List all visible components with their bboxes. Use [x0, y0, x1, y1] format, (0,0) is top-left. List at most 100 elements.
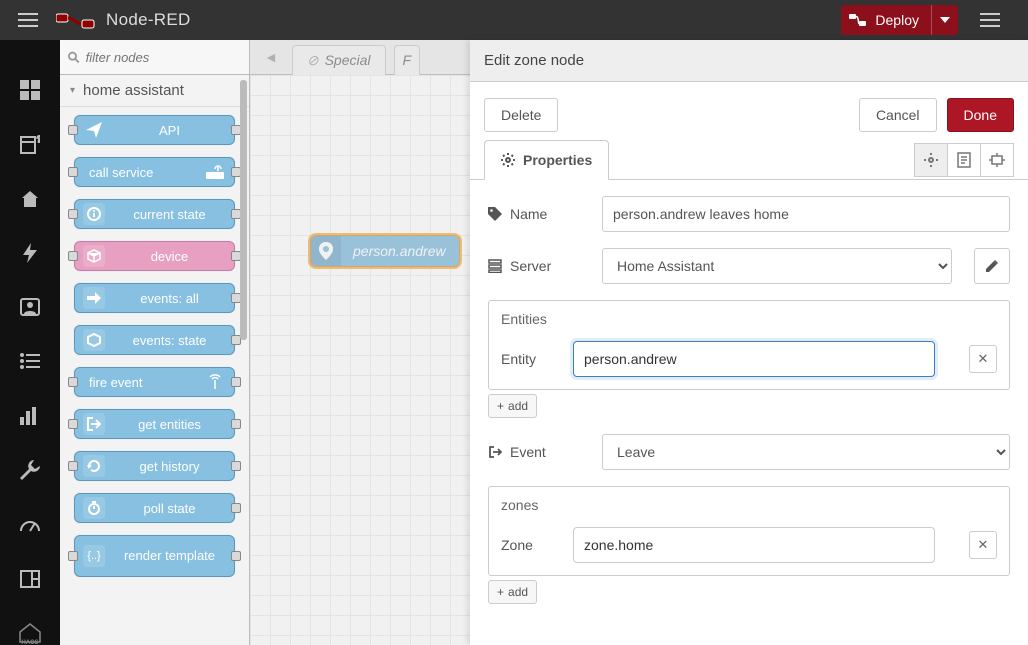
app-logo-area: Node-RED	[56, 10, 191, 30]
remove-entity-button[interactable]: ✕	[969, 345, 997, 373]
rail-energy-icon[interactable]	[0, 241, 60, 265]
cancel-button[interactable]: Cancel	[859, 98, 937, 132]
arrow-right-icon	[83, 287, 105, 309]
palette-category-label: home assistant	[83, 82, 184, 99]
node-red-logo-icon	[56, 10, 96, 30]
palette-node-fire-event[interactable]: fire event	[74, 367, 235, 397]
rail-automation-icon[interactable]	[0, 566, 60, 590]
node-description-button[interactable]	[947, 143, 981, 177]
plus-icon: +	[497, 585, 504, 599]
event-label: Event	[510, 444, 546, 460]
rail-home-icon[interactable]	[0, 187, 60, 211]
palette-node-api[interactable]: API	[74, 115, 235, 145]
palette-node-current-state[interactable]: current state	[74, 199, 235, 229]
node-settings-button[interactable]	[914, 143, 948, 177]
plus-icon: +	[497, 399, 504, 413]
svg-text:HACS: HACS	[21, 640, 38, 644]
rail-calendar-icon[interactable]: ?	[0, 132, 60, 156]
cube-icon	[83, 245, 105, 267]
server-icon	[488, 259, 502, 273]
main-menu-icon[interactable]	[980, 13, 1000, 27]
rail-list-icon[interactable]	[0, 349, 60, 373]
tabs-scroll-left-icon[interactable]: ◄	[258, 49, 284, 65]
rail-tools-icon[interactable]	[0, 458, 60, 482]
flow-tab-partial[interactable]: F	[394, 45, 421, 75]
zone-input[interactable]	[573, 527, 935, 563]
palette-node-get-history[interactable]: get history	[74, 451, 235, 481]
entity-input[interactable]	[573, 341, 935, 377]
app-header: Node-RED Deploy	[0, 0, 1028, 40]
done-button[interactable]: Done	[947, 98, 1014, 132]
entity-row-label: Entity	[501, 351, 559, 367]
palette-node-events-all[interactable]: events: all	[74, 283, 235, 313]
paper-plane-icon	[83, 119, 105, 141]
zone-row: Zone ✕	[501, 527, 997, 563]
name-input[interactable]	[602, 196, 1010, 232]
entities-list: Entities Entity ✕	[488, 300, 1010, 390]
entity-row: Entity ✕	[501, 341, 997, 377]
history-icon	[83, 455, 105, 477]
deploy-caret-icon[interactable]	[931, 5, 950, 35]
event-row: Event Leave	[488, 434, 1010, 470]
tag-icon	[488, 207, 502, 221]
palette-filter[interactable]	[60, 40, 249, 75]
canvas-node-label: person.andrew	[341, 243, 458, 259]
node-appearance-button[interactable]	[980, 143, 1014, 177]
edit-panel-title: Edit zone node	[470, 40, 1028, 82]
edit-server-button[interactable]	[974, 248, 1010, 284]
palette-filter-input[interactable]	[86, 50, 241, 65]
palette-node-call-service[interactable]: call service	[74, 157, 235, 187]
gear-icon	[501, 153, 515, 167]
event-select[interactable]: Leave	[602, 434, 1010, 470]
entities-heading: Entities	[501, 311, 997, 327]
palette-node-render-template[interactable]: {..} render template	[74, 535, 235, 577]
router-icon	[204, 161, 226, 183]
app-title: Node-RED	[106, 10, 191, 30]
properties-tab-label: Properties	[523, 152, 592, 168]
entities-group: Entities Entity ✕ + add	[488, 300, 1010, 418]
rail-chart-icon[interactable]	[0, 404, 60, 428]
ha-sidebar: ? HACS	[0, 40, 60, 645]
hex-icon	[83, 329, 105, 351]
zones-group: zones Zone ✕ + add	[488, 486, 1010, 604]
name-row: Name	[488, 196, 1010, 232]
map-pin-icon	[311, 236, 341, 266]
node-palette: ▾ home assistant API call service curren…	[60, 40, 250, 645]
name-label: Name	[510, 206, 547, 222]
palette-scrollbar[interactable]	[240, 80, 247, 340]
server-select[interactable]: Home Assistant	[602, 248, 952, 284]
info-icon	[83, 203, 105, 225]
add-zone-button[interactable]: + add	[488, 580, 537, 604]
palette-node-device[interactable]: device	[74, 241, 235, 271]
rail-hacs-icon[interactable]: HACS	[0, 621, 60, 645]
palette-node-get-entities[interactable]: get entities	[74, 409, 235, 439]
braces-icon: {..}	[83, 545, 105, 567]
remove-zone-button[interactable]: ✕	[969, 531, 997, 559]
timer-icon	[83, 497, 105, 519]
palette-node-list: API call service current state device	[60, 107, 249, 597]
zones-list: zones Zone ✕	[488, 486, 1010, 576]
deploy-button[interactable]: Deploy	[841, 5, 958, 35]
rail-person-icon[interactable]	[0, 295, 60, 319]
rail-gauge-icon[interactable]	[0, 512, 60, 536]
add-entity-button[interactable]: + add	[488, 394, 537, 418]
search-icon	[68, 51, 80, 64]
canvas-node-zone[interactable]: person.andrew	[310, 235, 460, 267]
sidebar-toggle-icon[interactable]	[18, 13, 38, 27]
disabled-icon: ⊘	[307, 52, 319, 69]
palette-node-events-state[interactable]: events: state	[74, 325, 235, 355]
svg-text:?: ?	[37, 135, 40, 144]
palette-category[interactable]: ▾ home assistant	[60, 75, 249, 107]
delete-button[interactable]: Delete	[484, 98, 558, 132]
rail-dashboard-icon[interactable]	[0, 78, 60, 102]
edit-panel: Edit zone node Delete Cancel Done Proper…	[470, 40, 1028, 645]
logout-icon	[488, 445, 502, 459]
palette-node-poll-state[interactable]: poll state	[74, 493, 235, 523]
flow-tab-special[interactable]: ⊘ Special	[292, 45, 386, 75]
deploy-icon	[849, 13, 867, 27]
edit-form: Name Server Home Assistant	[470, 180, 1028, 634]
chevron-down-icon: ▾	[70, 85, 75, 96]
properties-tab[interactable]: Properties	[484, 140, 609, 180]
server-row: Server Home Assistant	[488, 248, 1010, 284]
edit-actions: Delete Cancel Done	[470, 82, 1028, 140]
